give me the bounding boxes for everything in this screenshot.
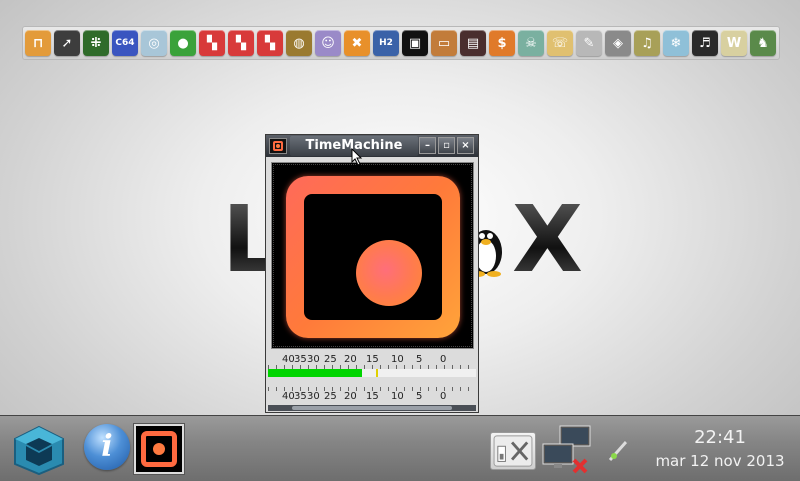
launcher-dock: ⊓ ➚ ⁜ C64 ◎ ● ▚ ▚ ▚ ◍ ☺ ✖ H2 ▣ ▭ ▤ $ ☠ ☏ ✎ ◈ ♫ ❄ ♬ W ♞: [22, 26, 780, 60]
clock-time: 22:41: [694, 427, 746, 448]
timemachine-window: TimeMachine – ▫ × 40 35 30 25 20 15 10 5 0 40 35 3…: [265, 134, 479, 413]
scale-label: 5: [416, 354, 423, 365]
scale-label: 35: [294, 391, 307, 402]
chip-icon[interactable]: ⁜: [83, 30, 109, 56]
clock[interactable]: 22:41 mar 12 nov 2013: [640, 426, 800, 472]
scale-label: 20: [344, 354, 357, 365]
taskbar-timemachine-button[interactable]: [133, 423, 185, 475]
minimize-button[interactable]: –: [419, 137, 436, 154]
colored-blocks-icon-2[interactable]: ▚: [228, 30, 254, 56]
scale-label: 40: [282, 354, 295, 365]
level-meter: [268, 369, 476, 377]
network-disconnected-icon[interactable]: [540, 424, 594, 474]
planet-icon[interactable]: ◍: [286, 30, 312, 56]
globe-icon[interactable]: ◎: [141, 30, 167, 56]
scale-label: 30: [307, 354, 320, 365]
scale-label: 30: [307, 391, 320, 402]
compass-icon[interactable]: ➚: [54, 30, 80, 56]
media-player-icon[interactable]: ▤: [460, 30, 486, 56]
scale-label: 0: [440, 354, 447, 365]
dollar-icon[interactable]: $: [489, 30, 515, 56]
clock-date: mar 12 nov 2013: [655, 452, 785, 470]
scale-label: 35: [294, 354, 307, 365]
taskbar: i 22:41 mar 12 nov 2013: [0, 415, 800, 481]
tv-icon[interactable]: ▭: [431, 30, 457, 56]
colored-blocks-icon-1[interactable]: ▚: [199, 30, 225, 56]
info-icon[interactable]: i: [84, 424, 130, 470]
scale-label: 20: [344, 391, 357, 402]
colored-blocks-icon-3[interactable]: ▚: [257, 30, 283, 56]
scale-label: 0: [440, 391, 447, 402]
horizontal-scrollbar[interactable]: [268, 405, 476, 411]
h2-icon[interactable]: H2: [373, 30, 399, 56]
scale-label: 15: [366, 391, 379, 402]
c64-emulator-icon[interactable]: C64: [112, 30, 138, 56]
dragon-icon[interactable]: ♞: [750, 30, 776, 56]
window-titlebar[interactable]: TimeMachine – ▫ ×: [266, 135, 478, 157]
scale-label: 25: [324, 391, 337, 402]
shield-icon[interactable]: ◈: [605, 30, 631, 56]
skull-icon[interactable]: ☠: [518, 30, 544, 56]
record-dot-icon: [356, 240, 422, 306]
app-window-icon[interactable]: [269, 138, 287, 154]
scale-label: 15: [366, 354, 379, 365]
settings-tools-icon[interactable]: [490, 432, 536, 470]
scale-label: 10: [391, 354, 404, 365]
timemachine-icon[interactable]: ▣: [402, 30, 428, 56]
level-meter-fill: [268, 369, 362, 377]
pencil-icon[interactable]: ✎: [576, 30, 602, 56]
menu-box-icon[interactable]: [10, 424, 68, 476]
piano-icon[interactable]: ♬: [692, 30, 718, 56]
scale-label: 10: [391, 391, 404, 402]
logo-letter-x: X: [512, 186, 583, 293]
maximize-button[interactable]: ▫: [438, 137, 455, 154]
gramophone-icon[interactable]: ♫: [634, 30, 660, 56]
close-button[interactable]: ×: [457, 137, 474, 154]
ghost-icon[interactable]: ☺: [315, 30, 341, 56]
scale-label: 25: [324, 354, 337, 365]
scale-label: 40: [282, 391, 295, 402]
wine-icon[interactable]: W: [721, 30, 747, 56]
meter-scale-bottom: 40 35 30 25 20 15 10 5 0: [268, 391, 476, 405]
ice-icon[interactable]: ❄: [663, 30, 689, 56]
record-display[interactable]: [271, 162, 474, 349]
level-meter-peak: [376, 369, 378, 377]
mouse-cursor-icon: [351, 148, 363, 166]
x-circle-icon[interactable]: ✖: [344, 30, 370, 56]
record-frame-icon: [286, 176, 460, 338]
green-circle-icon[interactable]: ●: [170, 30, 196, 56]
app-launcher-icon[interactable]: ⊓: [25, 30, 51, 56]
fax-icon[interactable]: ☏: [547, 30, 573, 56]
scale-label: 5: [416, 391, 423, 402]
pen-tablet-icon[interactable]: [606, 436, 634, 464]
